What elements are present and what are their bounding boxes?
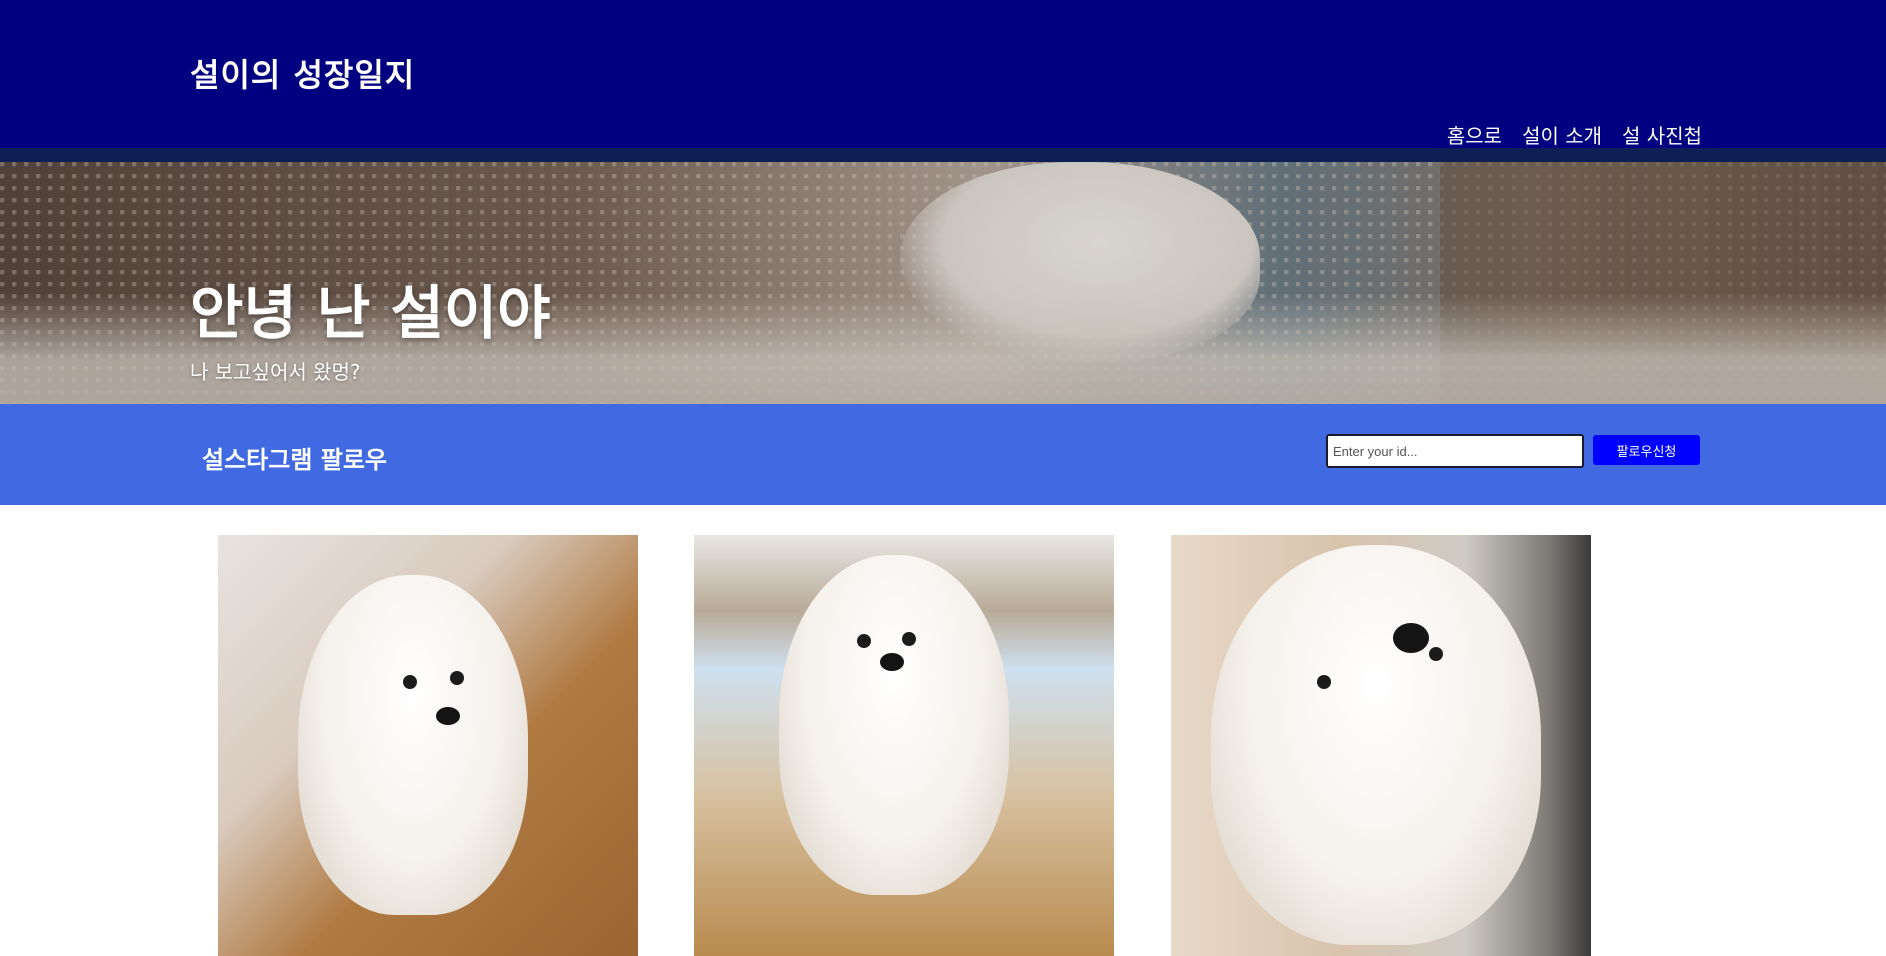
gallery-photo-1[interactable] [218, 535, 638, 956]
site-header: 설이의 성장일지 홈으로 설이 소개 설 사진첩 [0, 0, 1886, 148]
gallery-photo-2[interactable] [694, 535, 1114, 956]
follow-section: 설스타그램 팔로우 팔로우신청 [0, 404, 1886, 505]
dog-eye [403, 675, 417, 689]
follow-request-button[interactable]: 팔로우신청 [1593, 435, 1700, 465]
hero-banner: 안녕 난 설이야 나 보고싶어서 왔멍? [0, 162, 1886, 404]
nav-gallery[interactable]: 설 사진첩 [1622, 120, 1702, 149]
dog-image [1211, 545, 1541, 945]
puppy-image [298, 575, 528, 915]
dog-nose [880, 653, 904, 671]
main-nav: 홈으로 설이 소개 설 사진첩 [1447, 120, 1702, 149]
nav-home[interactable]: 홈으로 [1447, 120, 1502, 149]
hero-title: 안녕 난 설이야 [190, 279, 551, 347]
dog-eye [902, 632, 916, 646]
nav-about[interactable]: 설이 소개 [1522, 120, 1602, 149]
site-title[interactable]: 설이의 성장일지 [190, 50, 415, 96]
hero-subtitle: 나 보고싶어서 왔멍? [190, 360, 361, 384]
puppy-image [779, 555, 1009, 895]
follow-id-input[interactable] [1326, 434, 1584, 468]
header-divider [0, 148, 1886, 162]
dog-eye [1317, 675, 1331, 689]
dog-eye [1429, 647, 1443, 661]
dog-nose [436, 707, 460, 725]
dog-eye [450, 671, 464, 685]
dog-eye [857, 634, 871, 648]
follow-title: 설스타그램 팔로우 [202, 446, 387, 474]
photo-gallery [0, 535, 1886, 956]
dog-nose [1393, 623, 1429, 653]
gallery-photo-3[interactable] [1171, 535, 1591, 956]
